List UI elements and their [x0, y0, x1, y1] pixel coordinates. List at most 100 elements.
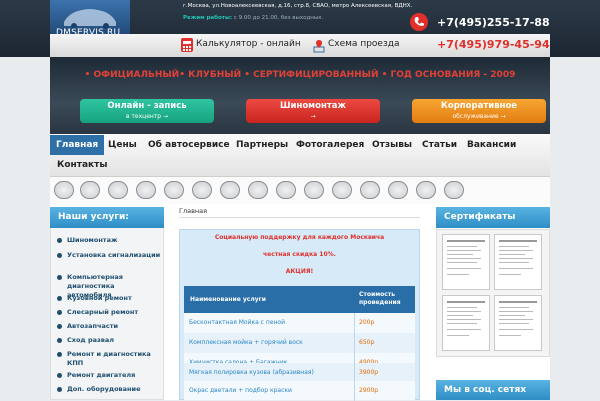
- service-name: Бесконтактная Мойка с пеной: [189, 319, 285, 326]
- nav-item-articles[interactable]: Статьи: [422, 135, 457, 155]
- bullet-icon: [57, 296, 62, 301]
- corporate-service-button[interactable]: Корпоративное обслуживание →: [412, 99, 546, 123]
- service-name: Комплексная мойка + горячий воск: [189, 339, 303, 346]
- certificates-title: Сертификаты: [436, 207, 550, 228]
- calculator-icon[interactable]: [181, 38, 193, 52]
- service-link[interactable]: Автозапчасти: [57, 322, 161, 331]
- online-booking-button[interactable]: Онлайн - запись в техцентр →: [80, 99, 214, 123]
- bullet-icon: [57, 352, 62, 357]
- service-link[interactable]: Сход развал: [57, 336, 161, 345]
- address-text: г.Москва, ул.Новоалексеевская, д.16, стр…: [183, 3, 413, 9]
- service-label: Слесарный ремонт: [67, 308, 139, 316]
- service-link[interactable]: Установка сигнализации: [57, 251, 161, 260]
- nav-item-partners[interactable]: Партнеры: [236, 135, 288, 155]
- service-label: Сход развал: [67, 336, 115, 344]
- service-link[interactable]: Шиномонтаж: [57, 236, 161, 245]
- table-row: Окрас дветали + подбор краски 2900р: [184, 381, 415, 401]
- lexus-logo-icon[interactable]: [248, 181, 268, 199]
- table-row: Мягкая полировка кузова (абразивная) 390…: [184, 363, 415, 383]
- service-name: Мягкая полировка кузова (абразивная): [189, 369, 314, 376]
- certificate-thumbnail[interactable]: [442, 234, 490, 290]
- certificate-thumbnail[interactable]: [494, 295, 542, 351]
- service-label: Шиномонтаж: [67, 236, 118, 244]
- promo-line: Социальную поддержку для каждого Москвич…: [214, 234, 385, 241]
- calculator-link[interactable]: Калькулятор - онлайн: [196, 39, 301, 49]
- hours-label: Режим работы:: [183, 15, 233, 21]
- cell-divider: [354, 313, 355, 333]
- service-price: 2900р: [359, 387, 379, 394]
- breadcrumb-divider: [179, 217, 420, 218]
- button-subtitle: в техцентр →: [125, 113, 169, 120]
- chevrolet-logo-icon[interactable]: [164, 181, 184, 199]
- button-title: Корпоративное: [440, 101, 518, 111]
- services-title: Наши услуги:: [50, 207, 164, 228]
- route-link[interactable]: Схема проезда: [328, 39, 399, 49]
- button-title: Онлайн - запись: [107, 101, 187, 111]
- document-icon: [447, 301, 485, 336]
- bullet-icon: [57, 373, 62, 378]
- document-icon: [499, 301, 537, 336]
- mitsubishi-logo-icon[interactable]: [304, 181, 324, 199]
- nav-item-gallery[interactable]: Фотогалерея: [296, 135, 364, 155]
- bullet-icon: [57, 253, 62, 258]
- service-label: Кузовной ремонт: [67, 294, 132, 302]
- citroen-logo-icon[interactable]: [136, 181, 156, 199]
- nav-item-contacts[interactable]: Контакты: [57, 155, 108, 175]
- service-price: 650р: [359, 339, 375, 346]
- volkswagen-logo-icon[interactable]: [80, 181, 100, 199]
- tire-service-button[interactable]: Шиномонтаж →: [246, 99, 380, 123]
- service-label: Доп. оборудование: [67, 385, 141, 393]
- nav-item-reviews[interactable]: Отзывы: [372, 135, 412, 155]
- audi-logo-icon[interactable]: [54, 181, 74, 199]
- document-icon: [499, 240, 537, 275]
- ford-logo-icon[interactable]: [220, 181, 240, 199]
- map-pin-icon[interactable]: [313, 38, 325, 53]
- price-table-header: Наименование услуги Стоимость проведения: [184, 286, 415, 313]
- bullet-icon: [57, 387, 62, 392]
- table-row: Бесконтактная Мойка с пеной 200р: [184, 313, 415, 333]
- nav-item-prices[interactable]: Цены: [108, 135, 137, 155]
- phone-icon[interactable]: [410, 13, 428, 31]
- service-link[interactable]: Ремонт и диагностика КПП: [57, 350, 161, 368]
- button-subtitle: обслуживание →: [452, 113, 506, 120]
- service-link[interactable]: Слесарный ремонт: [57, 308, 161, 317]
- service-link[interactable]: Доп. оборудование: [57, 385, 161, 394]
- opel-logo-icon[interactable]: [360, 181, 380, 199]
- bmw-logo-icon[interactable]: [108, 181, 128, 199]
- volvo-logo-icon[interactable]: [444, 181, 464, 199]
- document-icon: [447, 240, 485, 275]
- service-price: 200р: [359, 319, 375, 326]
- working-hours: Режим работы: с 9.00 до 21.00, без выход…: [183, 15, 323, 21]
- pin-glyph-icon: [313, 40, 325, 53]
- service-link[interactable]: Ремонт двигателя: [57, 371, 161, 380]
- button-title: Шиномонтаж: [280, 101, 346, 111]
- button-subtitle: →: [310, 113, 316, 120]
- bullet-icon: [57, 238, 62, 243]
- service-link[interactable]: Кузовной ремонт: [57, 294, 161, 303]
- service-price: 3900р: [359, 369, 379, 376]
- table-row: Комплексная мойка + горячий воск 650р: [184, 333, 415, 353]
- peugeot-logo-icon[interactable]: [388, 181, 408, 199]
- skoda-logo-icon[interactable]: [416, 181, 436, 199]
- nav-item-vacancies[interactable]: Вакансии: [467, 135, 516, 155]
- nav-item-about[interactable]: Об автосервисе: [148, 135, 230, 155]
- bullet-icon: [57, 310, 62, 315]
- nissan-logo-icon[interactable]: [332, 181, 352, 199]
- hours-value: с 9.00 до 21.00, без выходных.: [233, 15, 324, 21]
- column-header-service: Наименование услуги: [190, 296, 266, 303]
- service-name: Окрас дветали + подбор краски: [189, 387, 292, 394]
- service-label: Автозапчасти: [67, 322, 119, 330]
- social-title: Мы в соц. сетях: [436, 380, 550, 400]
- kia-logo-icon[interactable]: [192, 181, 212, 199]
- cell-divider: [354, 333, 355, 353]
- banner-tagline: • ОФИЦИАЛЬНЫЙ• КЛУБНЫЙ • СЕРТИФИЦИРОВАНН…: [84, 70, 516, 80]
- phone-secondary[interactable]: +7(495)979-45-94: [437, 38, 550, 51]
- mercedes-logo-icon[interactable]: [276, 181, 296, 199]
- breadcrumb[interactable]: Главная: [179, 207, 207, 215]
- service-label: Ремонт двигателя: [67, 371, 136, 379]
- certificate-thumbnail[interactable]: [442, 295, 490, 351]
- promo-line: честная скидка 10%.: [263, 251, 336, 258]
- certificate-thumbnail[interactable]: [494, 234, 542, 290]
- phone-primary[interactable]: +7(495)255-17-88: [437, 16, 550, 29]
- nav-item-home[interactable]: Главная: [50, 135, 105, 155]
